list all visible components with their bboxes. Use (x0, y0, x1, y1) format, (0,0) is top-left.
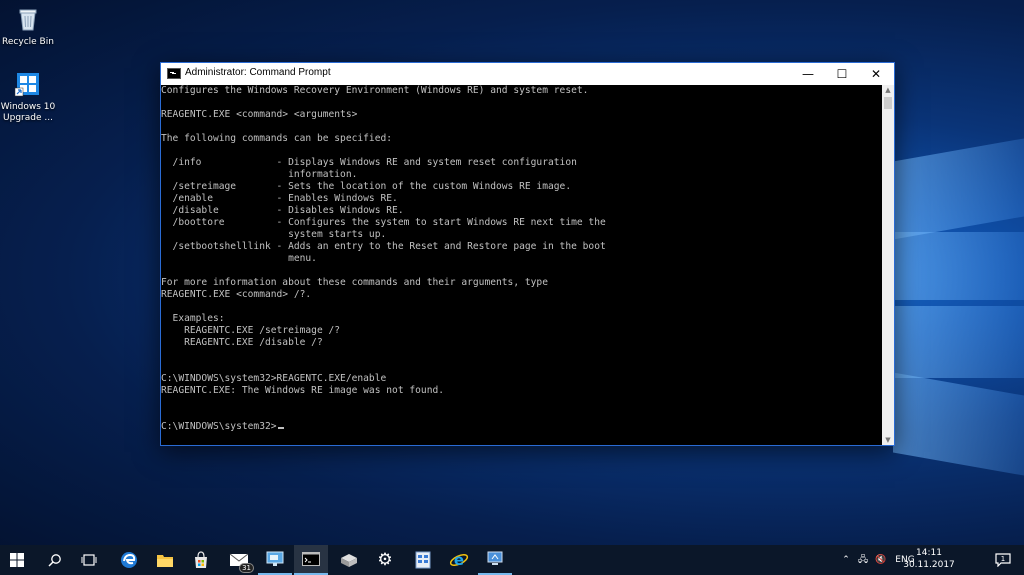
console-line: /info - Displays Windows RE and system r… (161, 157, 577, 168)
edge-icon (121, 552, 137, 568)
task-view-button[interactable] (72, 545, 106, 575)
registry-icon (415, 551, 431, 569)
console-line: REAGENTC.EXE <command> /?. (161, 289, 312, 300)
mail-badge: 31 (239, 563, 254, 573)
scrollbar-thumb[interactable] (884, 97, 892, 109)
wallpaper-beam (893, 232, 1024, 300)
console-line: /boottore - Configures the system to sta… (161, 217, 606, 228)
start-button[interactable] (0, 545, 34, 575)
command-prompt-window[interactable]: Administrator: Command Prompt — ☐ ✕ Conf… (160, 62, 895, 446)
drive-icon (341, 554, 357, 567)
console-line: /setreimage - Sets the location of the c… (161, 181, 572, 192)
remote-desktop-icon (266, 551, 284, 566)
remote-desktop-button[interactable] (258, 545, 292, 575)
desktop-icon-label: Windows 10 Upgrade ... (0, 102, 56, 123)
search-button[interactable] (38, 545, 72, 575)
command-prompt-button[interactable] (294, 545, 328, 575)
console-line: system starts up. (161, 229, 387, 240)
maximize-button[interactable]: ☐ (825, 63, 859, 85)
console-line: Configures the Windows Recovery Environm… (161, 85, 589, 96)
action-center-button[interactable]: 1 (988, 545, 1018, 575)
taskbar: 31 ⚙ e ⌃ 🖧 🔇 ENG 14:11 30.11.2017 1 (0, 545, 1024, 575)
cmd-icon (302, 552, 320, 566)
console-line: menu. (161, 253, 317, 264)
svg-text:1: 1 (1001, 555, 1005, 563)
text-cursor (277, 427, 284, 429)
cmd-icon (167, 68, 181, 79)
window-titlebar[interactable]: Administrator: Command Prompt — ☐ ✕ (161, 63, 894, 85)
folder-icon (157, 555, 173, 567)
desktop-icon-recycle-bin[interactable]: Recycle Bin (0, 5, 59, 48)
vertical-scrollbar[interactable]: ▲ ▼ (882, 85, 894, 445)
console-line: REAGENTC.EXE <command> <arguments> (161, 109, 358, 120)
wallpaper-beam (893, 372, 1024, 476)
console-line: /enable - Enables Windows RE. (161, 193, 398, 204)
registry-button[interactable] (406, 545, 440, 575)
scroll-up-icon[interactable]: ▲ (882, 85, 894, 95)
desktop-icon-windows-upgrade[interactable]: Windows 10 Upgrade ... (0, 70, 59, 124)
store-icon (195, 551, 207, 568)
wallpaper-beam (893, 138, 1024, 240)
clock-time: 14:11 (916, 548, 942, 558)
settings-button[interactable]: ⚙ (368, 545, 402, 575)
close-button[interactable]: ✕ (859, 63, 893, 85)
edge-button[interactable] (112, 545, 146, 575)
console-line: REAGENTC.EXE /disable /? (161, 337, 323, 348)
wallpaper-beam (893, 306, 1024, 378)
console-line: /setbootshelllink - Adds an entry to the… (161, 241, 606, 252)
recycle-bin-icon (14, 5, 42, 33)
console-line: /disable - Disables Windows RE. (161, 205, 404, 216)
console-line: The following commands can be specified: (161, 133, 393, 144)
scroll-down-icon[interactable]: ▼ (882, 435, 894, 445)
gear-icon: ⚙ (377, 550, 393, 570)
computer-icon (487, 551, 503, 565)
console-output[interactable]: Configures the Windows Recovery Environm… (161, 85, 881, 445)
desktop-icon-label: Recycle Bin (2, 37, 54, 47)
console-prompt-line[interactable]: C:\WINDOWS\system32> (161, 421, 881, 433)
desktop: { "desktop": { "icons": [ {"label": "Rec… (0, 0, 1024, 575)
console-line: information. (161, 169, 358, 180)
clock-date: 30.11.2017 (903, 560, 955, 570)
chevron-up-icon[interactable]: ⌃ (838, 555, 854, 565)
windows-logo-icon (10, 553, 24, 567)
windows-upgrade-icon (14, 70, 42, 98)
speaker-muted-icon[interactable]: 🔇 (872, 555, 890, 565)
network-icon[interactable]: 🖧 (854, 552, 872, 568)
window-title: Administrator: Command Prompt (185, 67, 331, 78)
mail-button[interactable]: 31 (222, 545, 256, 575)
search-icon (48, 554, 61, 567)
task-view-icon (81, 554, 97, 566)
internet-explorer-icon: e (449, 551, 469, 569)
console-prompt: C:\WINDOWS\system32> (161, 421, 277, 432)
minimize-button[interactable]: — (791, 63, 825, 85)
notification-icon: 1 (995, 553, 1011, 567)
console-line: C:\WINDOWS\system32>REAGENTC.EXE/enable (161, 373, 387, 384)
network-app-button[interactable] (478, 545, 512, 575)
svg-text:e: e (454, 551, 464, 569)
drive-button[interactable] (332, 545, 366, 575)
ie-button[interactable]: e (442, 545, 476, 575)
clock[interactable]: 14:11 30.11.2017 (899, 547, 959, 571)
store-button[interactable] (184, 545, 218, 575)
console-line: REAGENTC.EXE: The Windows RE image was n… (161, 385, 445, 396)
console-line: Examples: (161, 313, 225, 324)
console-line: REAGENTC.EXE /setreimage /? (161, 325, 341, 336)
file-explorer-button[interactable] (148, 545, 182, 575)
console-line: For more information about these command… (161, 277, 548, 288)
